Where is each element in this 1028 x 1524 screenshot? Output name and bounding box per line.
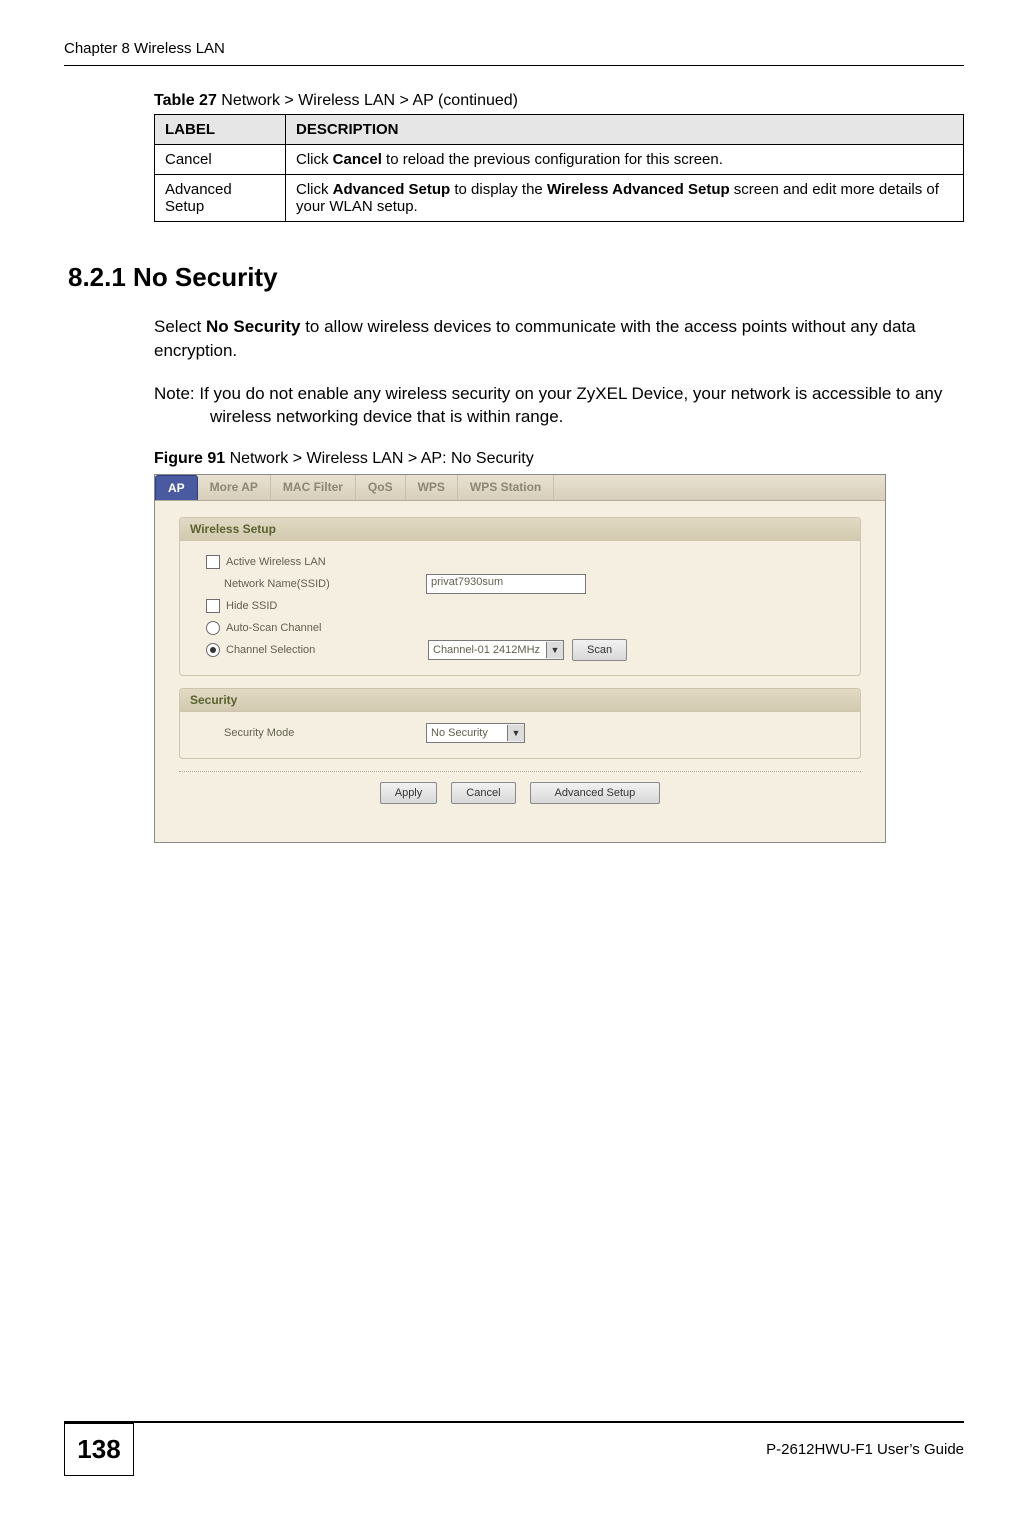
table-row: Advanced Setup Click Advanced Setup to d…: [155, 175, 964, 222]
table-caption: Table 27 Network > Wireless LAN > AP (co…: [154, 92, 964, 110]
footer-guide-name: P-2612HWU-F1 User’s Guide: [766, 1441, 964, 1458]
text: Select: [154, 317, 206, 336]
auto-scan-radio[interactable]: [206, 621, 220, 635]
text-bold: No Security: [206, 317, 300, 336]
th-description: DESCRIPTION: [286, 115, 964, 145]
note-paragraph: Note: If you do not enable any wireless …: [154, 383, 964, 429]
channel-select-value: Channel-01 2412MHz: [429, 641, 546, 659]
table-caption-number: Table 27: [154, 92, 217, 109]
table-row: Cancel Click Cancel to reload the previo…: [155, 145, 964, 175]
table-caption-text: Network > Wireless LAN > AP (continued): [217, 92, 518, 109]
running-header-left: Chapter 8 Wireless LAN: [64, 40, 225, 57]
th-label: LABEL: [155, 115, 286, 145]
group-security: Security Security Mode No Security ▼: [179, 688, 861, 759]
cell-label: Advanced Setup: [155, 175, 286, 222]
text-bold: Wireless Advanced Setup: [547, 181, 730, 198]
text-bold: Cancel: [333, 151, 382, 168]
security-mode-label: Security Mode: [224, 727, 426, 739]
figure-caption-text: Network > Wireless LAN > AP: No Security: [225, 450, 534, 467]
header-rule: [64, 65, 964, 66]
text-bold: Advanced Setup: [333, 181, 451, 198]
apply-button[interactable]: Apply: [380, 782, 438, 804]
text: Click: [296, 181, 333, 198]
text: to reload the previous configuration for…: [382, 151, 723, 168]
auto-scan-label: Auto-Scan Channel: [226, 622, 446, 634]
active-wireless-checkbox[interactable]: [206, 555, 220, 569]
tab-wps[interactable]: WPS: [406, 475, 458, 500]
security-mode-select[interactable]: No Security ▼: [426, 723, 525, 743]
button-bar: Apply Cancel Advanced Setup: [179, 771, 861, 804]
tab-more-ap[interactable]: More AP: [198, 475, 271, 500]
hide-ssid-label: Hide SSID: [226, 600, 446, 612]
chevron-down-icon: ▼: [546, 642, 563, 658]
cell-description: Click Cancel to reload the previous conf…: [286, 145, 964, 175]
ssid-label: Network Name(SSID): [224, 578, 426, 590]
tab-wps-station[interactable]: WPS Station: [458, 475, 554, 500]
hide-ssid-checkbox[interactable]: [206, 599, 220, 613]
advanced-setup-button[interactable]: Advanced Setup: [530, 782, 661, 804]
page-footer: 138 P-2612HWU-F1 User’s Guide: [64, 1421, 964, 1476]
channel-select[interactable]: Channel-01 2412MHz ▼: [428, 640, 564, 660]
cell-description: Click Advanced Setup to display the Wire…: [286, 175, 964, 222]
tab-bar: AP More AP MAC Filter QoS WPS WPS Statio…: [155, 475, 885, 501]
tab-ap[interactable]: AP: [155, 475, 198, 500]
scan-button[interactable]: Scan: [572, 639, 627, 661]
security-mode-value: No Security: [427, 724, 507, 742]
channel-selection-radio[interactable]: [206, 643, 220, 657]
ssid-input[interactable]: privat7930sum: [426, 574, 586, 594]
active-wireless-label: Active Wireless LAN: [226, 556, 446, 568]
text: to display the: [450, 181, 547, 198]
channel-selection-label: Channel Selection: [226, 644, 428, 656]
group-title: Security: [180, 689, 860, 712]
section-heading: 8.2.1 No Security: [68, 262, 964, 293]
text: Click: [296, 151, 333, 168]
figure-caption: Figure 91 Network > Wireless LAN > AP: N…: [154, 450, 964, 468]
cell-label: Cancel: [155, 145, 286, 175]
cancel-button[interactable]: Cancel: [451, 782, 515, 804]
config-table: LABEL DESCRIPTION Cancel Click Cancel to…: [154, 114, 964, 222]
group-title: Wireless Setup: [180, 518, 860, 541]
tab-qos[interactable]: QoS: [356, 475, 406, 500]
body-paragraph: Select No Security to allow wireless dev…: [154, 315, 964, 363]
tab-mac-filter[interactable]: MAC Filter: [271, 475, 356, 500]
chevron-down-icon: ▼: [507, 725, 524, 741]
figure-caption-number: Figure 91: [154, 450, 225, 467]
figure-screenshot: AP More AP MAC Filter QoS WPS WPS Statio…: [154, 474, 886, 843]
group-wireless-setup: Wireless Setup Active Wireless LAN Netwo…: [179, 517, 861, 676]
page-number: 138: [64, 1423, 134, 1476]
